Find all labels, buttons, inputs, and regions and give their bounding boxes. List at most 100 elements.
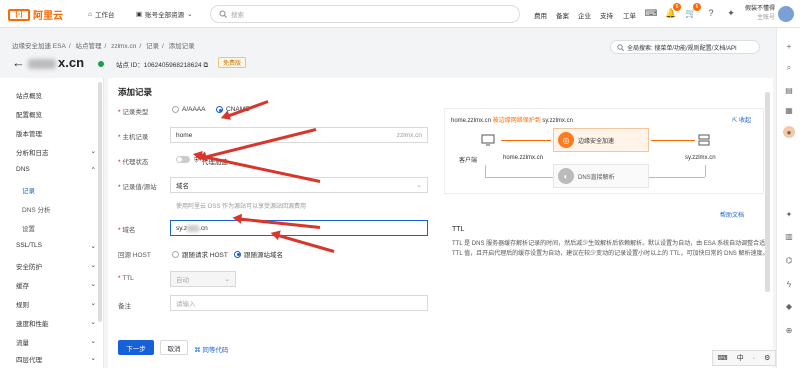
sidebar-item-ssl[interactable]: SSL/TLS ⌄ (16, 242, 96, 250)
aliyun-logo[interactable]: [-] 阿里云 (8, 7, 63, 22)
global-search-input[interactable]: 全局搜索: 搜菜单/功能/规则配置/文档/API (610, 40, 760, 54)
target-domain: sy.zzlmx.cn (685, 155, 716, 161)
ime-toolbar: ⌨ 中 · ⚙ (712, 350, 776, 366)
chevron-down-icon: ⌄ (224, 276, 230, 283)
back-arrow-icon[interactable]: ← (12, 55, 25, 70)
lightning-icon[interactable]: ϟ (783, 278, 795, 290)
doc-icon[interactable]: ▦ (783, 104, 795, 116)
sidebar-item-security[interactable]: 安全防护 ⌄ (16, 261, 96, 271)
radio-follow-origin-domain[interactable]: 跟随源站域名 (234, 249, 283, 259)
nav-support[interactable]: 支持 (600, 10, 613, 20)
account-selector[interactable]: ▣ 账号全部资源 ⌄ (136, 9, 193, 19)
radio-follow-request-host[interactable]: 跟随请求 HOST (172, 249, 228, 259)
chevron-up-icon: ⌃ (90, 167, 96, 174)
sparkle-icon[interactable]: ✦ (783, 208, 795, 220)
user-info[interactable]: 假装不懂得 主账号 (745, 5, 775, 23)
nav-ticket[interactable]: 工单 (623, 10, 636, 20)
chevron-down-icon: ⌄ (90, 243, 96, 250)
sidebar-item-config-overview[interactable]: 配置概览 (16, 109, 96, 119)
resource-icon: ▣ (136, 11, 143, 18)
flow-line (485, 177, 553, 178)
settings-icon[interactable]: ⚙ (764, 354, 770, 362)
esa-node: ◎ 边缘安全加速 (553, 128, 649, 152)
domain-input[interactable]: sy.z .cn (170, 220, 428, 236)
content-scrollbar[interactable] (765, 92, 770, 292)
sidebar-scrollbar[interactable] (98, 82, 102, 322)
note-input[interactable]: 请输入 (170, 295, 428, 311)
chevron-down-icon: ⌄ (90, 300, 96, 307)
origin-type-select[interactable]: 域名 ⌄ (170, 177, 428, 193)
copy-icon[interactable]: ⧉ (203, 62, 208, 69)
lock-icon[interactable]: ⊕ (783, 324, 795, 336)
help-icon[interactable]: ? (704, 6, 718, 20)
status-ok-icon (98, 61, 104, 67)
code-link[interactable]: ⌘ 同等代码 (194, 344, 228, 354)
search-icon[interactable]: ⌕ (783, 62, 795, 74)
note-icon[interactable]: ▤ (783, 84, 795, 96)
punctuation-icon[interactable]: · (753, 355, 755, 362)
sidebar-item-versions[interactable]: 版本管理 (16, 128, 96, 138)
nav-enterprise[interactable]: 企业 (578, 10, 591, 20)
sidebar-item-rules[interactable]: 规则 ⌄ (16, 299, 96, 309)
site-domain: x.cn (28, 55, 84, 70)
origin-host-label: 回源 HOST (118, 252, 151, 259)
radio-dot (172, 106, 179, 113)
ttl-select: 自动 ⌄ (170, 271, 236, 287)
diamond-icon[interactable]: ◆ (783, 300, 795, 312)
assistant-icon[interactable]: ✦ (724, 6, 738, 20)
site-id: 站点 ID：1062405968218624 ⧉ (116, 62, 209, 69)
search-icon (617, 43, 624, 51)
workbench-link[interactable]: ⌂ 工作台 (88, 9, 114, 20)
routing-diagram: home.zzlmx.cn 被边缘网络保护到 sy.zzlmx.cn ⇱ 收起 … (444, 108, 764, 194)
sidebar-item-records[interactable]: 记录 (22, 185, 102, 195)
sidebar-item-traffic[interactable]: 流量 ⌄ (16, 337, 96, 347)
right-toolbar: + ⌕ ▤ ▦ ● ✦ ▥ ⌬ ϟ ◆ ⊕ (776, 28, 800, 368)
search-input[interactable]: 搜索 (210, 5, 520, 23)
breadcrumb-records[interactable]: 记录 (146, 43, 159, 50)
breadcrumb-domain[interactable]: zzlmx.cn (111, 43, 136, 50)
breadcrumb-sites[interactable]: 站点管理 (75, 43, 101, 50)
nav-fees[interactable]: 费用 (534, 10, 547, 20)
sidebar-item-cache[interactable]: 缓存 ⌄ (16, 280, 96, 290)
breadcrumb-esa[interactable]: 边缘安全加速 ESA (12, 43, 66, 50)
radio-dot (172, 250, 179, 258)
sidebar-item-dns-analytics[interactable]: DNS 分析 (22, 204, 102, 214)
chevron-down-icon: ⌄ (90, 262, 96, 269)
notification-badge: 6 (673, 3, 681, 11)
sidebar-item-performance[interactable]: 速度和性能 ⌄ (16, 318, 96, 328)
domain-label: * 域名 (118, 227, 136, 234)
cloud-shell-icon[interactable]: ⌨ (644, 6, 658, 20)
redacted-blur (187, 224, 200, 232)
assistant-avatar-icon[interactable]: ● (783, 126, 795, 138)
cancel-button[interactable]: 取消 (160, 340, 188, 355)
ttl-help-title: TTL (452, 226, 465, 233)
chevron-down-icon: ⌄ (90, 355, 96, 362)
sidebar-item-dns-settings[interactable]: 设置 (22, 223, 102, 233)
flow-line (705, 165, 706, 177)
next-button[interactable]: 下一步 (118, 340, 154, 355)
sidebar-item-dns[interactable]: DNS ⌃ (16, 166, 96, 174)
sidebar-item-analytics[interactable]: 分析和日志 ⌄ (16, 147, 96, 157)
chevron-down-icon: ⌄ (90, 319, 96, 326)
client-domain: home.zzlmx.cn (503, 155, 544, 161)
keyboard-icon[interactable]: ⌨ (718, 354, 728, 362)
chart-icon[interactable]: ▥ (783, 230, 795, 242)
nav-filing[interactable]: 备案 (556, 10, 569, 20)
collapse-link[interactable]: ⇱ 收起 (732, 115, 751, 124)
plus-icon[interactable]: + (783, 40, 795, 52)
proxy-toggle[interactable] (176, 156, 190, 163)
dns-icon: ◐ (558, 168, 574, 184)
radio-a-aaaa[interactable]: A/AAAA (172, 106, 205, 113)
flow-line (649, 177, 705, 178)
logo-icon: [-] (8, 8, 30, 21)
avatar[interactable] (778, 6, 794, 22)
redacted-blur (28, 58, 56, 69)
code-icon[interactable]: ⌬ (783, 254, 795, 266)
sidebar-item-overview[interactable]: 站点概览 (16, 90, 96, 100)
ime-chinese-toggle[interactable]: 中 (737, 353, 744, 363)
ttl-help-desc: TTL 是 DNS 服务器缓存解析记录的时间，然后减少生效解析后依赖解析。默认设… (452, 241, 769, 257)
diagram-path: home.zzlmx.cn 被边缘网络保护到 sy.zzlmx.cn (451, 118, 573, 124)
dns-node: ◐ DNS直接解析 (553, 164, 649, 188)
help-doc-link[interactable]: 帮助文档 (720, 210, 744, 219)
sidebar-item-l4-proxy[interactable]: 四层代理 ⌄ (16, 354, 96, 364)
